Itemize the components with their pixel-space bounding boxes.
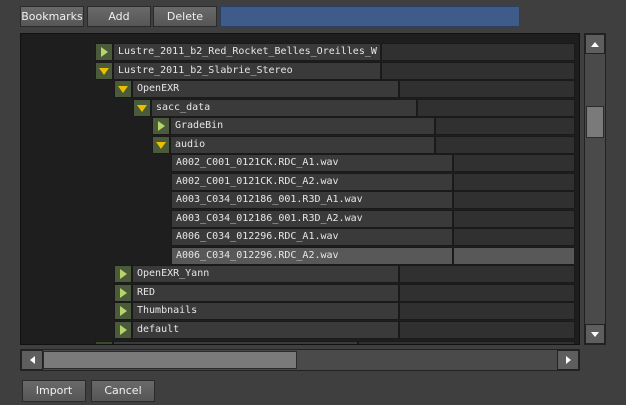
- tree-row-label: Thumbnails: [132, 302, 399, 320]
- triangle-down-icon: [137, 104, 147, 112]
- tree-row-extra-cell: [399, 80, 575, 98]
- tree-row[interactable]: Thumbnails: [114, 302, 575, 320]
- tree-row-label: RED: [132, 284, 399, 302]
- expand-toggle[interactable]: [95, 43, 113, 61]
- tree-row-extra-cell: [399, 284, 575, 302]
- triangle-right-icon: [119, 288, 127, 298]
- tree-row[interactable]: A003_C034_012186_001.R3D_A1.wav: [171, 191, 575, 209]
- left-arrow-icon: [29, 356, 35, 364]
- scroll-up-button[interactable]: [585, 34, 605, 54]
- tree-row-extra-cell: [435, 136, 575, 154]
- triangle-down-icon: [99, 67, 109, 75]
- tree-row-label: Lustre_2011_b2_Slabrie_Stereo: [113, 62, 381, 80]
- tree-row[interactable]: Lustre_2011_b2_Red_Rocket_Belles_Oreille…: [95, 43, 575, 61]
- tree-row-label: A003_C034_012186_001.R3D_A1.wav: [171, 191, 453, 209]
- expand-toggle[interactable]: [114, 321, 132, 339]
- tree-row-extra-cell: [381, 62, 575, 80]
- tree-row-label: OpenEXR: [132, 80, 399, 98]
- vertical-scrollbar[interactable]: [584, 33, 606, 345]
- path-field[interactable]: [220, 6, 520, 27]
- tree-row[interactable]: OpenEXR_Yann: [114, 265, 575, 283]
- expand-toggle[interactable]: [133, 99, 151, 117]
- tree-row-label: A002_C001_0121CK.RDC_A2.wav: [171, 173, 453, 191]
- tree-row-label: default: [132, 321, 399, 339]
- tree-row-label: sacc_data: [151, 99, 417, 117]
- tree-row-extra-cell: [399, 302, 575, 320]
- tree-row-label: A003_C034_012186_001.R3D_A2.wav: [171, 210, 453, 228]
- triangle-right-icon: [119, 325, 127, 335]
- tree-row-extra-cell: [453, 228, 575, 246]
- tree-row[interactable]: RED: [114, 284, 575, 302]
- clipped-cell: [113, 341, 358, 344]
- tree-row[interactable]: A006_C034_012296.RDC_A1.wav: [171, 228, 575, 246]
- triangle-right-icon: [119, 269, 127, 279]
- expand-toggle[interactable]: [152, 117, 170, 135]
- tree-row[interactable]: default: [114, 321, 575, 339]
- tree-row-extra-cell: [435, 117, 575, 135]
- tree-row-extra-cell: [453, 191, 575, 209]
- vertical-scroll-thumb[interactable]: [586, 106, 604, 138]
- down-arrow-icon: [591, 331, 599, 337]
- file-tree[interactable]: Lustre_2011_b2_Red_Rocket_Belles_Oreille…: [20, 33, 580, 345]
- scroll-right-button[interactable]: [557, 350, 579, 370]
- right-arrow-icon: [565, 356, 571, 364]
- cancel-button[interactable]: Cancel: [91, 380, 155, 402]
- tree-row-label: OpenEXR_Yann: [132, 265, 399, 283]
- bookmarks-button[interactable]: Bookmarks: [20, 6, 84, 27]
- delete-button[interactable]: Delete: [153, 6, 217, 27]
- tree-row[interactable]: Lustre_2011_b2_Slabrie_Stereo: [95, 62, 575, 80]
- triangle-right-icon: [100, 47, 108, 57]
- tree-row-extra-cell: [399, 321, 575, 339]
- expand-toggle[interactable]: [114, 284, 132, 302]
- tree-row[interactable]: A002_C001_0121CK.RDC_A2.wav: [171, 173, 575, 191]
- triangle-right-icon: [119, 306, 127, 316]
- scroll-down-button[interactable]: [585, 324, 605, 344]
- horizontal-scroll-thumb[interactable]: [43, 351, 297, 369]
- tree-row[interactable]: sacc_data: [133, 99, 575, 117]
- clipped-extra-cell: [358, 341, 575, 344]
- triangle-right-icon: [157, 121, 165, 131]
- tree-row-label: A006_C034_012296.RDC_A2.wav: [171, 247, 453, 265]
- tree-row-extra-cell: [453, 154, 575, 172]
- add-button[interactable]: Add: [87, 6, 151, 27]
- tree-row[interactable]: A003_C034_012186_001.R3D_A2.wav: [171, 210, 575, 228]
- tree-row-extra-cell: [453, 247, 575, 265]
- tree-row-label: A006_C034_012296.RDC_A1.wav: [171, 228, 453, 246]
- tree-row-clipped: [95, 341, 575, 344]
- tree-row[interactable]: GradeBin: [152, 117, 575, 135]
- tree-row[interactable]: OpenEXR: [114, 80, 575, 98]
- triangle-down-icon: [156, 141, 166, 149]
- expand-toggle[interactable]: [114, 302, 132, 320]
- tree-row-extra-cell: [453, 173, 575, 191]
- expand-toggle[interactable]: [114, 80, 132, 98]
- tree-row-extra-cell: [417, 99, 575, 117]
- tree-row-extra-cell: [399, 265, 575, 283]
- up-arrow-icon: [591, 41, 599, 47]
- expand-toggle[interactable]: [152, 136, 170, 154]
- triangle-down-icon: [118, 85, 128, 93]
- horizontal-scrollbar[interactable]: [20, 349, 580, 371]
- tree-row-extra-cell: [453, 210, 575, 228]
- tree-row[interactable]: audio: [152, 136, 575, 154]
- tree-row-label: Lustre_2011_b2_Red_Rocket_Belles_Oreille…: [113, 43, 381, 61]
- tree-row-label: audio: [170, 136, 435, 154]
- tree-row-label: GradeBin: [170, 117, 435, 135]
- expand-toggle[interactable]: [114, 265, 132, 283]
- clipped-toggle: [95, 341, 113, 344]
- tree-row[interactable]: A002_C001_0121CK.RDC_A1.wav: [171, 154, 575, 172]
- tree-row-extra-cell: [381, 43, 575, 61]
- expand-toggle[interactable]: [95, 62, 113, 80]
- scroll-left-button[interactable]: [21, 350, 43, 370]
- import-button[interactable]: Import: [22, 380, 86, 402]
- tree-row[interactable]: A006_C034_012296.RDC_A2.wav: [171, 247, 575, 265]
- tree-row-label: A002_C001_0121CK.RDC_A1.wav: [171, 154, 453, 172]
